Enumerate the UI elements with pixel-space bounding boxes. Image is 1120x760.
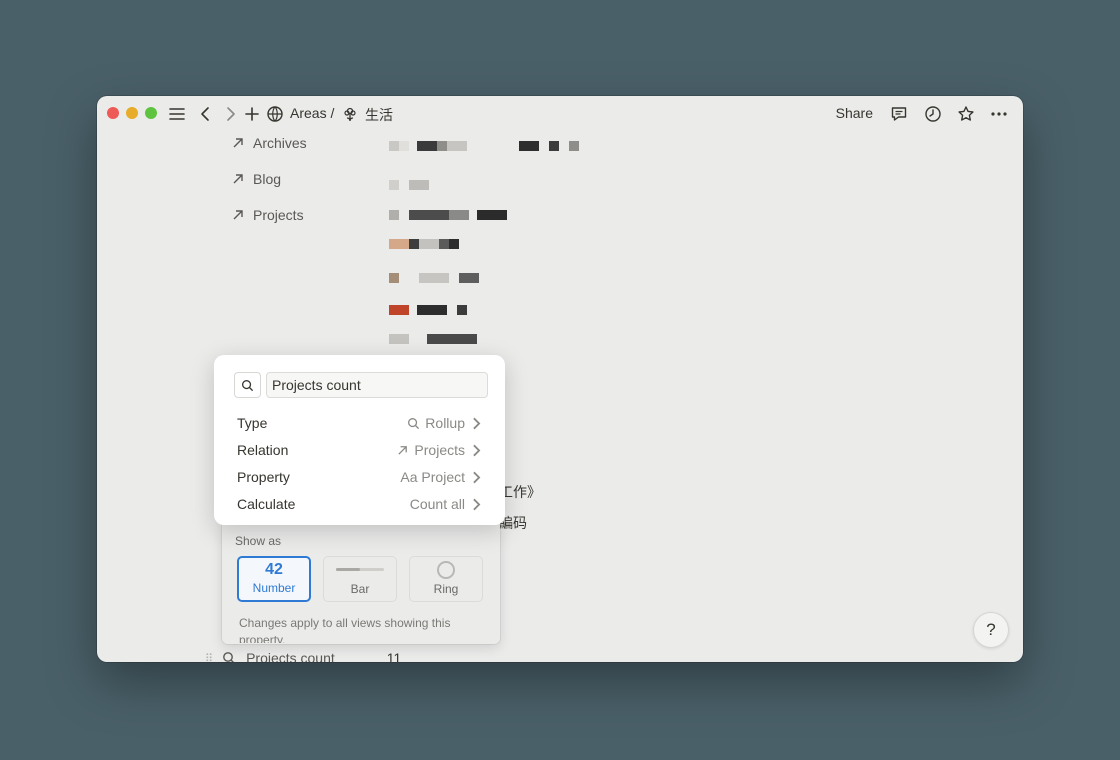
arrow-up-right-icon: [398, 445, 408, 455]
property-blog[interactable]: Blog: [231, 171, 281, 187]
property-label: Blog: [253, 171, 282, 187]
chevron-right-icon: [473, 471, 481, 483]
arrow-up-right-icon: [233, 210, 243, 220]
show-as-ring-option[interactable]: Ring: [409, 556, 483, 602]
show-as-panel: Show as 42 Number Bar Ring Changes apply…: [222, 522, 500, 644]
back-icon[interactable]: [196, 104, 216, 124]
pixelated-value: [389, 302, 467, 315]
property-value: 11: [386, 650, 402, 662]
property-projects-count[interactable]: ⠿ Projects count 11: [205, 650, 401, 662]
option-label: Ring: [433, 582, 459, 596]
close-window-button[interactable]: [107, 107, 119, 119]
menu-row-calculate[interactable]: Calculate Count all: [230, 492, 490, 516]
menu-row-value: Aa Project: [400, 469, 465, 485]
menu-row-label: Type: [237, 415, 268, 431]
pixelated-value: [389, 331, 477, 344]
flower-icon: [340, 104, 360, 124]
bar-preview-icon: [336, 568, 384, 571]
sidebar-menu-icon[interactable]: [167, 104, 187, 124]
property-name-input[interactable]: [266, 372, 488, 398]
show-as-number-option[interactable]: 42 Number: [237, 556, 311, 602]
pixelated-value: [389, 177, 429, 190]
background-text-fragment: 工作》: [499, 484, 541, 500]
property-label: Archives: [253, 135, 307, 151]
share-button[interactable]: Share: [836, 105, 873, 121]
pixelated-value: [389, 270, 479, 283]
search-icon: [408, 417, 420, 429]
pixelated-value: [389, 236, 459, 249]
property-projects[interactable]: Projects: [231, 207, 304, 223]
history-clock-icon[interactable]: [923, 104, 943, 124]
more-options-icon[interactable]: [989, 104, 1009, 124]
menu-row-label: Property: [237, 469, 290, 485]
forward-icon[interactable]: [220, 104, 240, 124]
new-page-icon[interactable]: [242, 104, 262, 124]
menu-row-type[interactable]: Type Rollup: [230, 411, 490, 435]
menu-row-label: Calculate: [237, 496, 296, 512]
chevron-right-icon: [473, 498, 481, 510]
menu-row-value: Count all: [409, 496, 465, 512]
drag-handle-icon[interactable]: ⠿: [205, 652, 213, 663]
property-archives[interactable]: Archives: [231, 135, 307, 151]
number-preview: 42: [265, 561, 283, 578]
comment-icon[interactable]: [889, 104, 909, 124]
option-label: Bar: [350, 582, 370, 596]
title-bar: Areas / 生活 Share: [97, 96, 1023, 132]
property-type-icon-button[interactable]: [234, 372, 261, 398]
show-as-bar-option[interactable]: Bar: [323, 556, 397, 602]
show-as-label: Show as: [235, 534, 282, 548]
menu-row-value: Projects: [414, 442, 465, 458]
menu-row-value: Rollup: [425, 415, 465, 431]
arrow-up-right-icon: [233, 174, 243, 184]
pixelated-value: [389, 207, 507, 220]
search-icon: [242, 379, 254, 391]
chevron-right-icon: [473, 417, 481, 429]
changes-note: Changes apply to all views showing this …: [239, 616, 451, 643]
favorite-star-icon[interactable]: [956, 104, 976, 124]
arrow-up-right-icon: [233, 138, 243, 148]
property-label: Projects: [253, 207, 304, 223]
pixelated-value: [389, 138, 579, 151]
menu-row-property[interactable]: Property Aa Project: [230, 465, 490, 489]
property-edit-menu: Type Rollup Relation Projects Property A…: [214, 355, 505, 525]
chevron-right-icon: [473, 444, 481, 456]
zoom-window-button[interactable]: [145, 107, 157, 119]
ring-preview-icon: [437, 561, 455, 579]
help-button[interactable]: ?: [973, 612, 1009, 648]
breadcrumb-page[interactable]: 生活: [365, 105, 393, 125]
globe-icon: [265, 104, 285, 124]
breadcrumb-parent[interactable]: Areas /: [290, 105, 334, 121]
option-label: Number: [252, 581, 296, 595]
property-label: Projects count: [246, 650, 335, 662]
menu-row-label: Relation: [237, 442, 289, 458]
minimize-window-button[interactable]: [126, 107, 138, 119]
menu-row-relation[interactable]: Relation Projects: [230, 438, 490, 462]
search-icon: [223, 652, 235, 662]
